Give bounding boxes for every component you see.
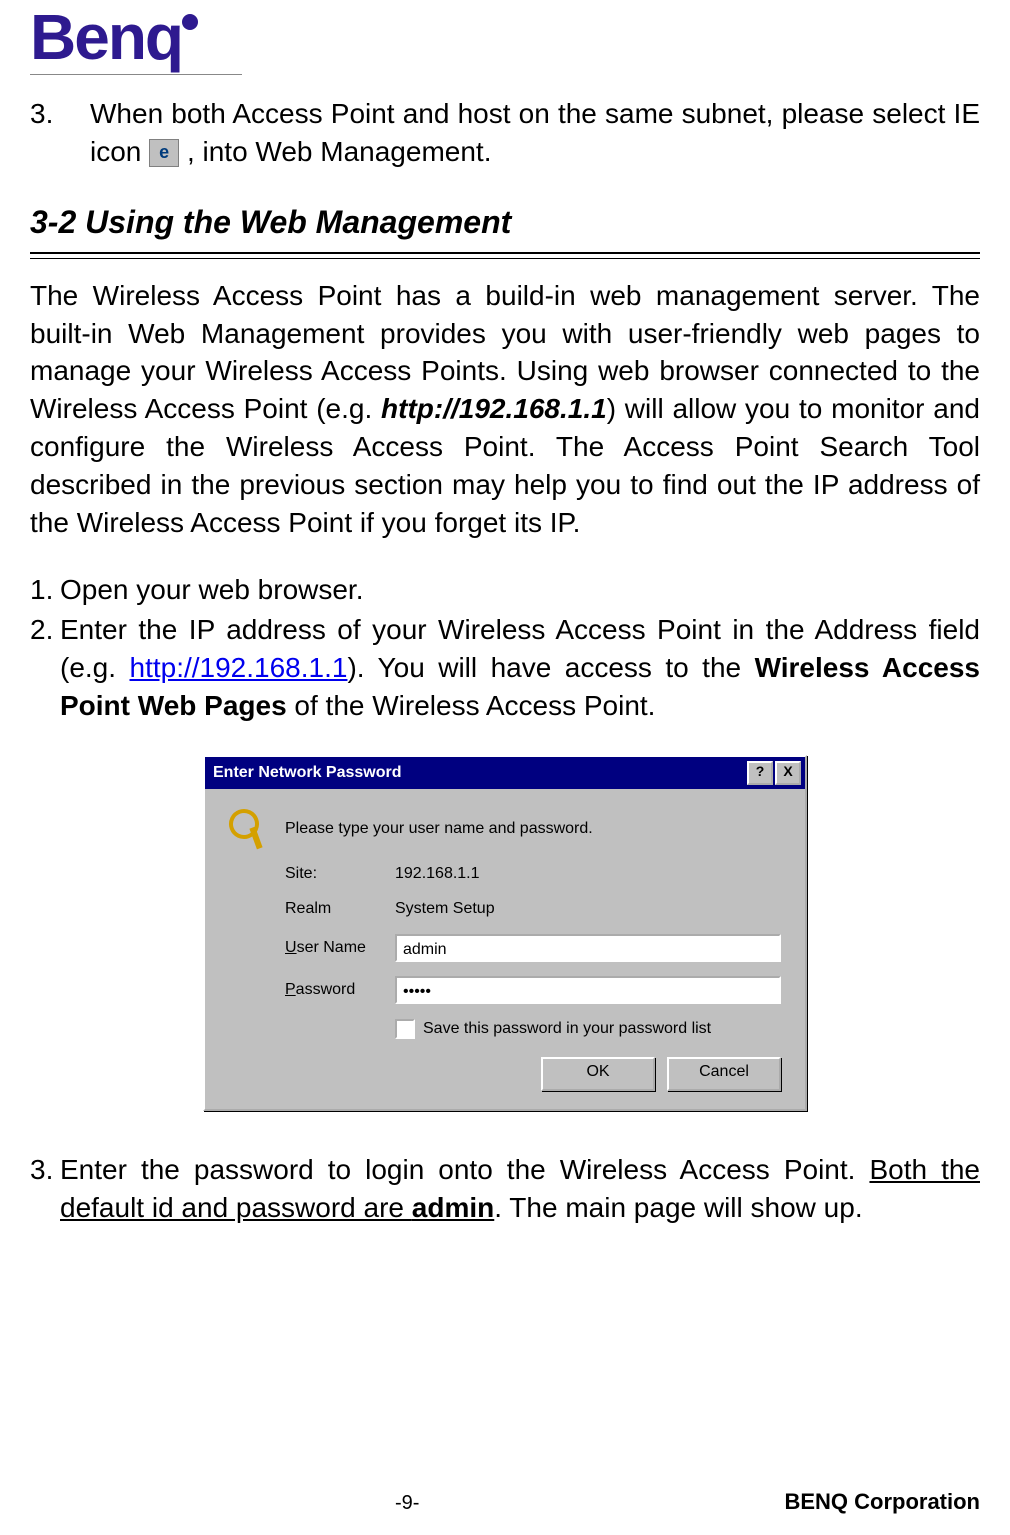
step-3-prior: 3. When both Access Point and host on th… — [30, 95, 980, 171]
dialog-prompt: Please type your user name and password. — [285, 818, 593, 840]
logo-dot — [182, 14, 198, 30]
username-input[interactable]: admin — [395, 934, 781, 962]
key-icon — [229, 809, 269, 849]
realm-label: Realm — [285, 898, 395, 920]
save-password-checkbox[interactable] — [395, 1019, 415, 1039]
step3b-text-b: . The main page will show up. — [494, 1192, 862, 1223]
close-button[interactable]: X — [775, 761, 801, 785]
save-password-row[interactable]: Save this password in your password list — [395, 1018, 781, 1040]
ok-button[interactable]: OK — [541, 1057, 655, 1091]
step-number: 3. — [30, 95, 90, 171]
username-label: User Name — [285, 937, 395, 959]
page-number: -9- — [30, 1492, 784, 1515]
section-heading-3-2: 3-2 Using the Web Management — [30, 201, 980, 244]
logo-area: Benq — [30, 0, 980, 95]
benq-logo: Benq — [30, 0, 242, 75]
step3b-underline-bold: admin — [412, 1192, 494, 1223]
intro-paragraph: The Wireless Access Point has a build-in… — [30, 277, 980, 542]
step-3-login: 3. Enter the password to login onto the … — [30, 1151, 980, 1227]
step-2-body: Enter the IP address of your Wireless Ac… — [60, 611, 980, 724]
password-input[interactable]: ••••• — [395, 976, 781, 1004]
step3b-text-a: Enter the password to login onto the Wir… — [60, 1154, 869, 1185]
step-number: 3. — [30, 1151, 60, 1227]
page-footer: -9- BENQ Corporation — [30, 1489, 980, 1515]
step2-text-b: ). You will have access to the — [347, 652, 754, 683]
corp-name: BENQ Corporation — [784, 1489, 980, 1515]
step-number: 2. — [30, 611, 60, 724]
cancel-button[interactable]: Cancel — [667, 1057, 781, 1091]
step-1-text: Open your web browser. — [60, 571, 980, 609]
password-label: Password — [285, 979, 395, 1001]
ie-icon: e — [149, 139, 179, 167]
step-2: 2. Enter the IP address of your Wireless… — [30, 611, 980, 724]
realm-value: System Setup — [395, 898, 781, 920]
dialog-prompt-row: Please type your user name and password. — [229, 809, 781, 849]
help-button[interactable]: ? — [747, 761, 773, 785]
step-body: When both Access Point and host on the s… — [90, 95, 980, 171]
intro-url-bold: http://192.168.1.1 — [381, 393, 607, 424]
step-number: 1. — [30, 571, 60, 609]
logo-text: Benq — [30, 1, 182, 73]
step-1: 1. Open your web browser. — [30, 571, 980, 609]
site-value: 192.168.1.1 — [395, 863, 781, 885]
step2-text-c: of the Wireless Access Point. — [287, 690, 656, 721]
dialog-title: Enter Network Password — [213, 762, 745, 784]
step2-link[interactable]: http://192.168.1.1 — [130, 652, 348, 683]
password-dialog: Enter Network Password ? X Please type y… — [203, 755, 807, 1112]
save-password-label: Save this password in your password list — [423, 1018, 711, 1040]
site-label: Site: — [285, 863, 395, 885]
heading-rule — [30, 252, 980, 259]
step3-text-b: , into Web Management. — [187, 136, 492, 167]
dialog-titlebar: Enter Network Password ? X — [205, 757, 805, 789]
